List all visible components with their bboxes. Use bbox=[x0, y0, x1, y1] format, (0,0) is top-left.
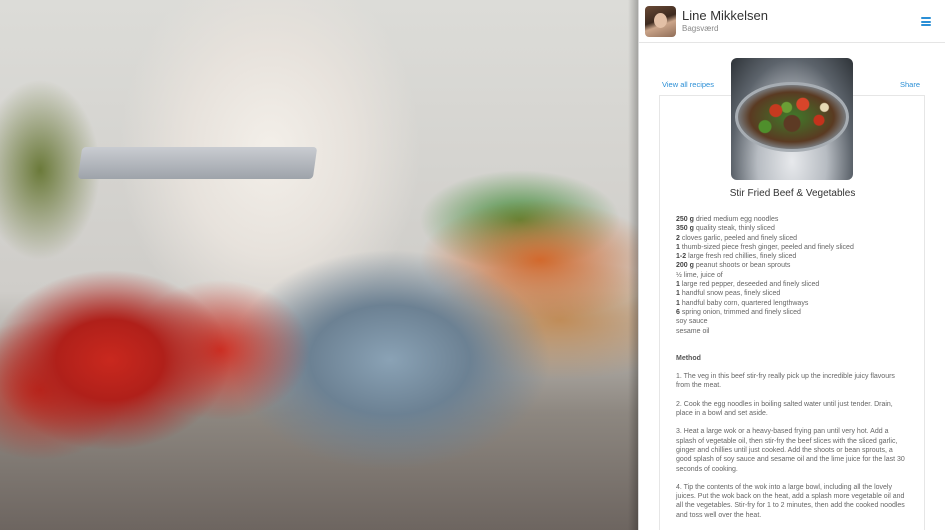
ingredient-text: thumb-sized piece fresh ginger, peeled a… bbox=[679, 243, 854, 251]
ingredient-item: 2 cloves garlic, peeled and finely slice… bbox=[676, 234, 908, 243]
ingredient-item: ½ lime, juice of bbox=[676, 271, 908, 280]
avatar-face bbox=[654, 12, 667, 28]
ingredient-item: 1 thumb-sized piece fresh ginger, peeled… bbox=[676, 243, 908, 252]
ingredient-text: dried medium egg noodles bbox=[693, 216, 779, 223]
stir-fry-bowl bbox=[735, 82, 849, 152]
user-avatar[interactable] bbox=[645, 5, 676, 37]
panel-shadow bbox=[628, 0, 638, 530]
method-steps: 1. The veg in this beef stir-fry really … bbox=[676, 372, 908, 520]
view-all-recipes-link[interactable]: View all recipes bbox=[662, 80, 714, 89]
ingredient-item: 1 handful snow peas, finely sliced bbox=[676, 289, 908, 298]
ingredient-text: handful snow peas, finely sliced bbox=[679, 290, 781, 298]
tablet-in-photo bbox=[77, 147, 318, 179]
profile-header: Line Mikkelsen Bagsværd bbox=[639, 0, 945, 43]
ingredient-text: large fresh red chillies, finely sliced bbox=[686, 253, 797, 261]
ingredient-text: ½ lime, juice of bbox=[676, 271, 723, 279]
method-step: 4. Tip the contents of the wok into a la… bbox=[676, 483, 905, 519]
ingredient-item: 6 spring onion, trimmed and finely slice… bbox=[676, 308, 908, 317]
ingredient-text: sesame oil bbox=[676, 327, 710, 335]
method-step: 2. Cook the egg noodles in boiling salte… bbox=[676, 400, 893, 418]
recipe-title: Stir Fried Beef & Vegetables bbox=[729, 188, 856, 199]
ingredient-text: soy sauce bbox=[676, 318, 708, 326]
user-city: Bagsværd bbox=[682, 24, 719, 33]
ingredient-item: soy sauce bbox=[676, 317, 908, 326]
ingredient-item: 1 handful baby corn, quartered lengthway… bbox=[676, 299, 908, 308]
ingredient-item: 1 large red pepper, deseeded and finely … bbox=[676, 280, 908, 289]
ingredient-text: large red pepper, deseeded and finely sl… bbox=[679, 281, 820, 289]
background-kitchen-photo bbox=[0, 0, 638, 530]
method-heading: Method bbox=[676, 354, 701, 362]
ingredient-qty: 350 g bbox=[676, 225, 694, 233]
ingredient-item: 1-2 large fresh red chillies, finely sli… bbox=[676, 252, 908, 261]
ingredient-item: 200 g peanut shoots or bean sprouts bbox=[676, 261, 908, 270]
recipe-photo bbox=[731, 58, 853, 180]
ingredient-item: sesame oil bbox=[676, 327, 908, 336]
user-info: Line Mikkelsen Bagsværd bbox=[682, 8, 768, 34]
recipe-content: 250 g dried medium egg noodles 350 g qual… bbox=[676, 215, 908, 520]
method-step: 1. The veg in this beef stir-fry really … bbox=[676, 373, 895, 390]
hamburger-menu-icon[interactable] bbox=[921, 17, 931, 26]
ingredient-item: 350 g quality steak, thinly sliced bbox=[676, 224, 908, 233]
ingredient-text: quality steak, thinly sliced bbox=[693, 225, 775, 233]
ingredient-qty: 250 g bbox=[676, 216, 694, 223]
ingredient-qty: 200 g bbox=[676, 262, 694, 270]
ingredient-text: peanut shoots or bean sprouts bbox=[693, 262, 791, 270]
ingredient-text: spring onion, trimmed and finely sliced bbox=[679, 308, 801, 316]
recipe-side-panel: Line Mikkelsen Bagsværd View all recipes… bbox=[638, 0, 945, 530]
ingredient-text: handful baby corn, quartered lengthways bbox=[679, 299, 809, 307]
user-name: Line Mikkelsen bbox=[682, 8, 768, 23]
ingredient-text: cloves garlic, peeled and finely sliced bbox=[679, 234, 798, 242]
ingredient-list: 250 g dried medium egg noodles 350 g qual… bbox=[676, 215, 908, 336]
method-step: 3. Heat a large wok or a heavy-based fry… bbox=[676, 428, 905, 473]
ingredient-qty: 1-2 bbox=[676, 253, 687, 261]
share-link[interactable]: Share bbox=[900, 80, 920, 89]
ingredient-item: 250 g dried medium egg noodles bbox=[676, 215, 908, 224]
